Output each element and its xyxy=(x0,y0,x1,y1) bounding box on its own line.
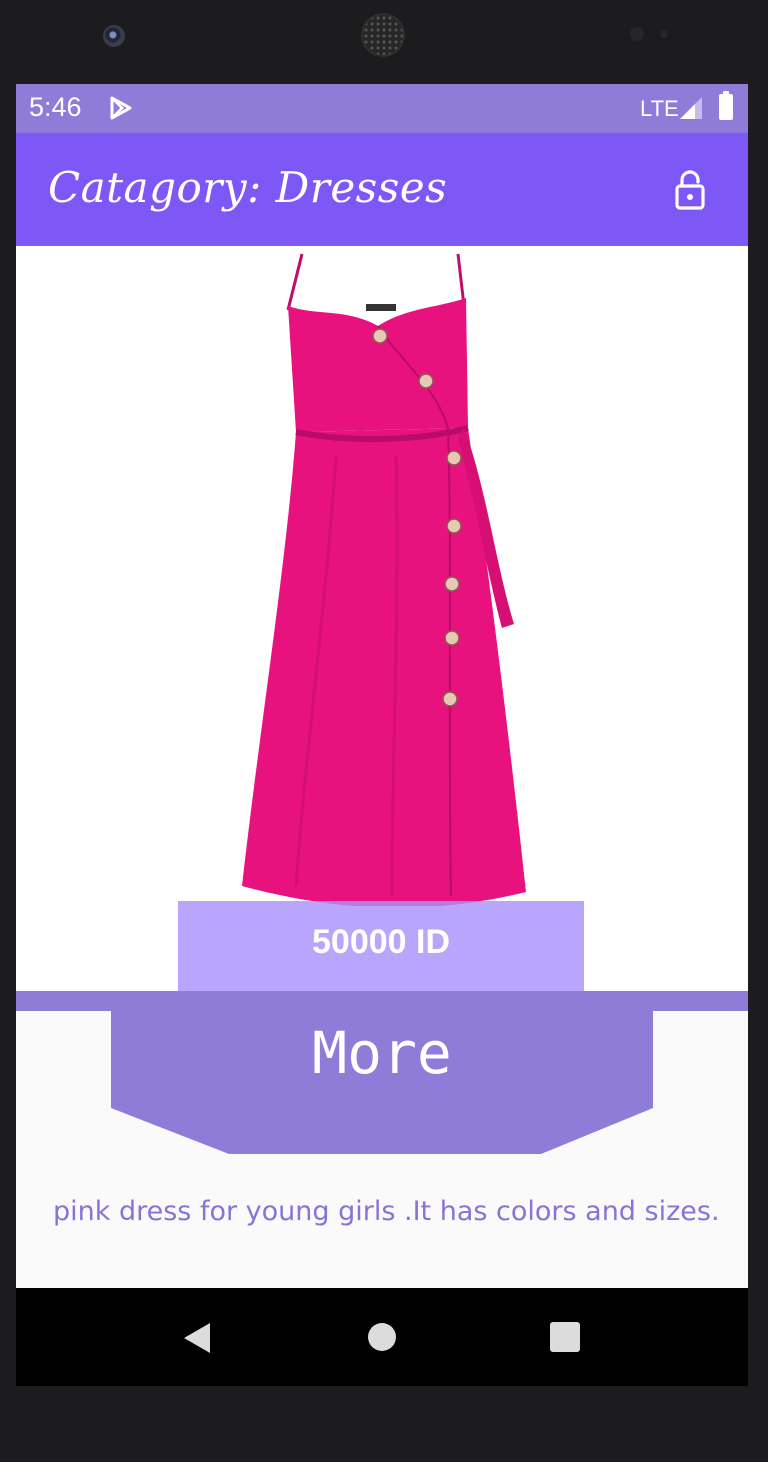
battery-icon xyxy=(719,91,733,120)
light-sensor xyxy=(660,30,668,38)
earpiece-speaker xyxy=(363,15,403,55)
status-time: 5:46 xyxy=(29,92,82,122)
status-bar: 5:46 LTE xyxy=(16,84,748,133)
home-icon[interactable] xyxy=(368,1323,396,1351)
play-store-icon xyxy=(110,96,132,120)
phone-bezel-top xyxy=(0,0,768,84)
price-label: 50000 ID xyxy=(312,923,450,961)
signal-icon xyxy=(680,97,702,119)
front-camera xyxy=(103,25,125,47)
more-button-label: More xyxy=(312,1019,452,1087)
page-title: Catagory: Dresses xyxy=(48,163,448,212)
product-image-area: 50000 ID xyxy=(16,246,748,991)
network-type: LTE xyxy=(640,96,679,121)
price-tag: 50000 ID xyxy=(178,901,584,991)
recents-icon[interactable] xyxy=(550,1322,580,1352)
lock-open-icon xyxy=(675,170,705,210)
app-bar: Catagory: Dresses xyxy=(16,133,748,246)
product-description: pink dress for young girls .It has color… xyxy=(53,1196,720,1227)
section-divider xyxy=(16,991,748,1011)
lock-button[interactable] xyxy=(666,166,714,214)
back-icon[interactable] xyxy=(181,1321,213,1355)
more-button[interactable]: More xyxy=(111,1011,653,1154)
product-image[interactable] xyxy=(196,246,576,906)
proximity-sensor xyxy=(630,27,644,41)
app-screen: 5:46 LTE Catagory: Dresses 50000 ID More… xyxy=(16,84,748,1386)
navigation-bar xyxy=(16,1288,748,1386)
